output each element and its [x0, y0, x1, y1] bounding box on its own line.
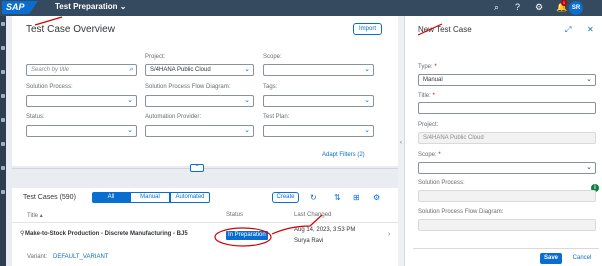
chevron-left-icon[interactable]: ‹ [400, 140, 402, 146]
column-status[interactable]: Status [226, 212, 243, 218]
column-title[interactable]: Title ▴ [27, 212, 43, 219]
automation-provider-label: Automation Provider: [145, 114, 202, 120]
nav-icon[interactable] [1, 22, 5, 26]
search-icon[interactable]: ⌕ [494, 2, 499, 12]
import-button[interactable]: Import [353, 23, 382, 35]
chevron-down-icon: ⌄ [586, 76, 592, 83]
refresh-icon[interactable]: ↻ [310, 193, 317, 202]
chevron-down-icon: ⌄ [364, 66, 370, 73]
chevron-down-icon: ⌄ [364, 127, 370, 134]
type-select[interactable]: Manual ⌄ [418, 74, 596, 86]
variant-link[interactable]: DEFAULT_VARIANT [53, 254, 108, 260]
sap-logo[interactable]: SAP [2, 1, 38, 14]
divider [12, 168, 398, 169]
notification-badge: 1 [561, 0, 567, 6]
nav-icon[interactable] [1, 190, 5, 194]
column-last-changed[interactable]: Last Changed [294, 212, 331, 218]
solution-process-label: Solution Process: [418, 180, 465, 186]
status-select[interactable]: ⌄ [26, 125, 137, 137]
table-settings-icon[interactable]: ⚙ [373, 193, 380, 202]
solution-process-flow-label: Solution Process Flow Diagram: [145, 84, 231, 90]
project-label: Project: [145, 54, 166, 60]
solution-process-flow-field[interactable] [418, 219, 596, 231]
status-badge: In Preparation [226, 231, 268, 240]
project-field: S/4HANA Public Cloud [418, 132, 596, 144]
segment-manual[interactable]: Manual [130, 192, 170, 203]
chevron-down-icon: ⌄ [244, 97, 250, 104]
adapt-filters-link[interactable]: Adapt Filters (2) [322, 152, 365, 158]
last-changed-date: Aug 14, 2023, 3:53 PM [294, 227, 356, 233]
avatar[interactable]: SR [569, 1, 583, 15]
scope-select[interactable]: ⌄ [263, 64, 374, 76]
project-label: Project: [418, 122, 439, 128]
sort-icon[interactable]: ⇅ [334, 193, 341, 202]
solution-process-field[interactable] [418, 190, 596, 202]
search-input[interactable]: Search by title ⌕ [26, 64, 137, 76]
variant-label: Variant: [27, 254, 48, 260]
status-label: Status: [26, 114, 45, 120]
row-title[interactable]: Make-to-Stock Production - Discrete Manu… [25, 231, 188, 237]
chevron-right-icon[interactable]: › [388, 231, 390, 238]
chevron-down-icon: ⌄ [244, 66, 250, 73]
test-plan-select[interactable]: ⌄ [263, 125, 374, 137]
save-button[interactable]: Save [540, 253, 562, 264]
page-title: Test Case Overview [26, 24, 115, 35]
nav-icon[interactable] [1, 94, 5, 98]
help-icon[interactable]: ? [515, 2, 520, 12]
test-case-overview-panel: Test Case Overview Import Search by titl… [12, 16, 398, 266]
table-row[interactable]: ⚲ Make-to-Stock Production - Discrete Ma… [12, 222, 398, 248]
solution-process-label: Solution Process: [26, 84, 73, 90]
filter-header: Test Case Overview Import Search by titl… [12, 16, 398, 166]
type-label: Type: * [418, 64, 437, 70]
test-cases-table: Test Cases (590) All Manual Automated Cr… [12, 188, 398, 266]
chevron-down-icon: ⌄ [364, 97, 370, 104]
title-label: Title: * [418, 93, 435, 99]
nav-icon[interactable] [1, 166, 5, 170]
fullscreen-icon[interactable]: ⤢ [565, 25, 571, 34]
tags-label: Tags: [263, 84, 278, 90]
segment-all[interactable]: All [92, 192, 130, 203]
link-icon: ⚲ [20, 231, 25, 237]
scope-label: Scope: [263, 54, 282, 60]
last-changed-user: Surya Ravi [294, 238, 324, 244]
solution-process-flow-label: Solution Process Flow Diagram: [418, 209, 504, 215]
new-test-case-panel: New Test Case ⤢ ✕ Type: * Manual ⌄ Title… [404, 16, 602, 266]
panel-footer: Save Cancel [413, 248, 599, 266]
app-title[interactable]: Test Preparation ⌄ [55, 2, 126, 11]
nav-icon[interactable] [1, 118, 5, 122]
search-icon[interactable]: ⌕ [129, 65, 133, 75]
automation-provider-select[interactable]: ⌄ [145, 125, 254, 137]
tags-select[interactable]: ⌄ [263, 95, 374, 107]
close-icon[interactable]: ✕ [587, 25, 594, 34]
chevron-down-icon: ⌄ [244, 127, 250, 134]
chevron-down-icon: ⌄ [586, 164, 592, 171]
scope-select[interactable]: ⌄ [418, 162, 596, 174]
scope-label: Scope: * [418, 152, 441, 158]
create-button[interactable]: Create [272, 192, 299, 203]
project-select[interactable]: S/4HANA Public Cloud ⌄ [145, 64, 254, 76]
settings-icon[interactable]: ⚙ [535, 2, 543, 12]
segment-automated[interactable]: Automated [170, 192, 210, 203]
chevron-down-icon: ⌄ [127, 97, 133, 104]
group-icon[interactable]: ⊞ [353, 193, 360, 202]
collapse-header-button[interactable]: ⌃ [190, 164, 204, 172]
nav-icon[interactable] [1, 70, 5, 74]
panel-title: New Test Case [418, 25, 472, 34]
nav-icon[interactable] [1, 46, 5, 50]
chevron-down-icon: ⌄ [127, 127, 133, 134]
title-input[interactable] [418, 102, 596, 114]
table-title: Test Cases (590) [23, 194, 76, 201]
test-plan-label: Test Plan: [263, 114, 290, 120]
solution-process-flow-select[interactable]: ⌄ [145, 95, 254, 107]
shell-bar: SAP Test Preparation ⌄ ⌕ ? ⚙ 🔔 1 SR [0, 0, 602, 16]
nav-icon[interactable] [1, 142, 5, 146]
left-navigation-rail [0, 16, 6, 266]
cancel-button[interactable]: Cancel [569, 253, 595, 264]
solution-process-select[interactable]: ⌄ [26, 95, 137, 107]
